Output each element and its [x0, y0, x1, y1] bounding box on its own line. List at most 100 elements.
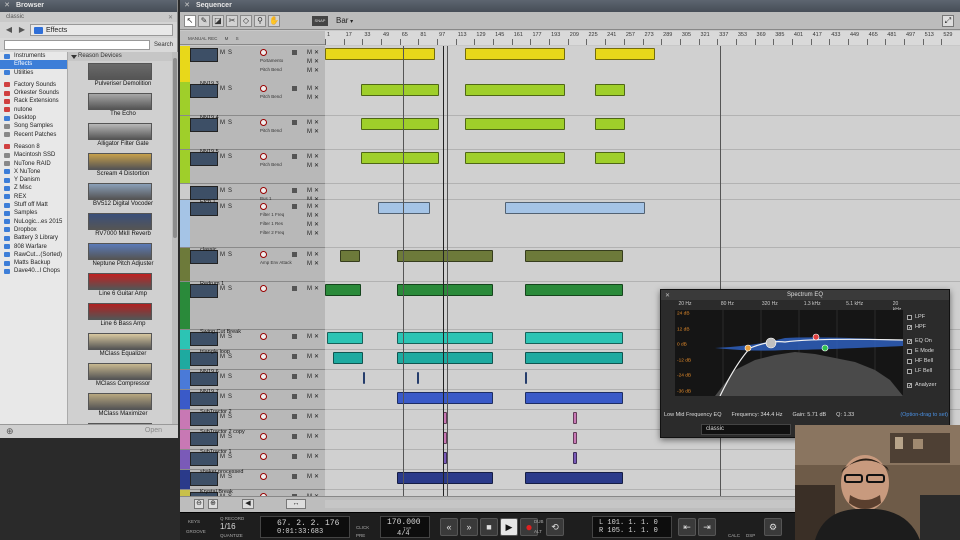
expand-icon[interactable]: ⤢ [942, 15, 954, 27]
clip[interactable] [378, 202, 430, 214]
locator-line[interactable] [447, 46, 448, 496]
hand-tool-icon[interactable]: ✋ [268, 14, 280, 27]
location-item[interactable]: Matts Backup [0, 259, 67, 267]
location-item[interactable]: nutone [0, 106, 67, 114]
location-item[interactable]: Y Danism [0, 176, 67, 184]
eq-option[interactable]: E Mode [907, 346, 951, 356]
location-item[interactable]: Song Samples [0, 122, 67, 130]
clip[interactable] [325, 284, 361, 296]
automation-lane[interactable]: Pitch Bend M✕ [260, 162, 325, 169]
eq-option[interactable]: LPF [907, 312, 951, 322]
location-item[interactable]: Z Misc [0, 184, 67, 192]
loop-icon[interactable]: ⟲ [546, 518, 564, 536]
eq-preset-field[interactable]: classic [701, 424, 791, 435]
location-item[interactable]: 808 Warfare [0, 243, 67, 251]
mute-delete-buttons[interactable]: M✕ [307, 187, 321, 194]
device-icon[interactable] [190, 48, 218, 62]
clip[interactable] [417, 372, 419, 384]
device-item[interactable]: Scream 4 Distortion [68, 151, 178, 181]
checkbox[interactable] [907, 358, 912, 364]
record-enable-icon[interactable] [260, 285, 267, 292]
track-name[interactable]: NN19 4 [200, 115, 219, 121]
clip[interactable] [397, 472, 493, 484]
automation-lane[interactable]: Filter 1 Res M✕ [260, 221, 325, 228]
close-icon[interactable]: ✕ [665, 291, 670, 301]
location-item[interactable]: Reason 8 [0, 143, 67, 151]
device-item[interactable]: Line 6 Guitar Amp [68, 271, 178, 301]
checkbox[interactable] [907, 314, 912, 320]
device-icon[interactable] [190, 186, 218, 200]
mute-solo-buttons[interactable]: MS [220, 86, 235, 92]
mute-delete-buttons[interactable]: M✕ [307, 413, 321, 420]
close-icon[interactable]: ✕ [183, 2, 191, 10]
location-dropdown[interactable]: Effects [30, 24, 173, 36]
lane-fold-icon[interactable] [292, 188, 297, 193]
mute-solo-buttons[interactable]: MS [220, 414, 235, 420]
lane-fold-icon[interactable] [292, 374, 297, 379]
location-item[interactable]: Samples [0, 209, 67, 217]
record-enable-icon[interactable] [260, 85, 267, 92]
clip[interactable] [465, 48, 565, 60]
lane-fold-icon[interactable] [292, 474, 297, 479]
eq-band-handle[interactable] [744, 344, 752, 352]
browser-title-bar[interactable]: ✕ Browser [0, 0, 177, 12]
location-item[interactable]: Factory Sounds [0, 81, 67, 89]
device-scrollbar[interactable] [172, 52, 178, 424]
record-enable-icon[interactable] [260, 49, 267, 56]
track-header[interactable]: MSM✕Bus 1M✕ [180, 184, 325, 203]
automation-lane[interactable]: Pitch Bend M✕ [260, 128, 325, 135]
record-enable-icon[interactable] [260, 393, 267, 400]
lane-fold-icon[interactable] [292, 334, 297, 339]
track-header[interactable]: triangle loop MS M✕ [180, 349, 325, 370]
record-enable-icon[interactable] [260, 353, 267, 360]
track-name[interactable]: NN19 6 [200, 369, 219, 375]
forward-to-right-icon[interactable]: ⇥ [698, 518, 716, 536]
snap-value-dropdown[interactable]: Bar [336, 16, 353, 25]
clip[interactable] [325, 48, 435, 60]
record-enable-icon[interactable] [260, 373, 267, 380]
clip[interactable] [525, 250, 623, 262]
mute-delete-buttons[interactable]: M✕ [307, 119, 321, 126]
clip[interactable] [397, 250, 493, 262]
clip[interactable] [397, 332, 493, 344]
lane-fold-icon[interactable] [292, 204, 297, 209]
location-item[interactable]: Dropbox [0, 226, 67, 234]
eq-curve-plot[interactable]: 24 dB 12 dB 0 dB -12 dB -24 dB -36 dB [675, 310, 904, 397]
clip[interactable] [465, 152, 565, 164]
mute-solo-buttons[interactable]: MS [220, 50, 235, 56]
quantize-label[interactable]: QUANTIZE [220, 533, 243, 538]
clip[interactable] [525, 472, 623, 484]
record-enable-icon[interactable] [260, 413, 267, 420]
locator-line[interactable] [403, 46, 404, 496]
location-item[interactable]: REX [0, 193, 67, 201]
clip[interactable] [327, 332, 363, 344]
record-enable-icon[interactable] [260, 203, 267, 210]
device-item[interactable]: MClass Maximizer [68, 391, 178, 421]
device-item[interactable]: Line 6 Bass Amp [68, 301, 178, 331]
loop-locators-display[interactable]: L 101. 1. 1. 0 R 105. 1. 1. 0 [592, 516, 672, 538]
eq-option[interactable]: ✓ HPF [907, 322, 951, 332]
alt-label[interactable]: ALT [534, 529, 542, 534]
track-header[interactable]: classic MS M✕ Amp Env Attack M✕ [180, 247, 325, 282]
lane-fold-icon[interactable] [292, 454, 297, 459]
location-item[interactable]: Stuff off Matt [0, 201, 67, 209]
mute-delete-buttons[interactable]: M✕ [307, 153, 321, 160]
keys-label[interactable]: KEYS [188, 519, 200, 524]
automation-lane[interactable]: Filter 2 Freq M✕ [260, 230, 325, 237]
track-name[interactable]: NN19 7 [200, 389, 219, 395]
track-header[interactable]: NN19 7 MS M✕ [180, 389, 325, 410]
clip[interactable] [525, 284, 623, 296]
automation-lane[interactable]: Pitch Bend M✕ [260, 67, 325, 74]
record-enable-icon[interactable] [260, 433, 267, 440]
mute-delete-buttons[interactable]: M✕ [307, 203, 321, 210]
record-enable-icon[interactable] [260, 153, 267, 160]
location-item[interactable]: NuLogic...es 2015 [0, 218, 67, 226]
clip[interactable] [595, 152, 625, 164]
device-item[interactable]: Pulveriser Demolition [68, 61, 178, 91]
automation-lane[interactable]: Amp Env Attack M✕ [260, 260, 325, 267]
lane-fold-icon[interactable] [292, 50, 297, 55]
lane-fold-icon[interactable] [292, 120, 297, 125]
location-item[interactable]: RawCut...(Sorted) [0, 251, 67, 259]
click-label[interactable]: CLICK [356, 525, 369, 530]
clip[interactable] [573, 432, 577, 444]
